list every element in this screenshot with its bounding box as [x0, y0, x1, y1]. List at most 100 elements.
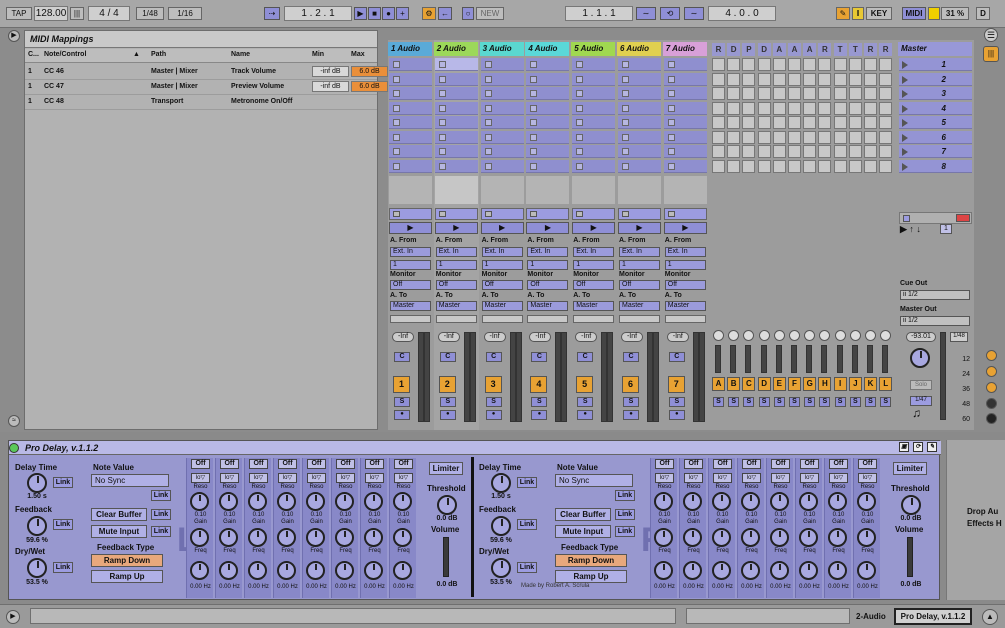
band-type-select[interactable]: lo▽	[684, 473, 703, 483]
master-volume[interactable]: -93.01	[906, 332, 936, 342]
return-slot[interactable]	[742, 101, 756, 115]
slot-stop-icon[interactable]	[530, 61, 538, 68]
solo-button[interactable]: S	[394, 397, 410, 407]
slot-stop-icon[interactable]	[438, 61, 446, 68]
return-slot[interactable]	[757, 116, 771, 129]
slot-stop-icon[interactable]	[576, 90, 584, 97]
io-icon[interactable]	[986, 350, 997, 361]
tempo-field[interactable]: 128.00	[34, 6, 68, 21]
automation-arm-icon[interactable]: ⚙	[422, 7, 436, 20]
input-channel-select[interactable]: 1	[664, 260, 706, 270]
return-slot[interactable]	[757, 130, 771, 144]
audio-from-select[interactable]: Ext. In	[664, 247, 706, 257]
return-slot[interactable]	[803, 130, 817, 144]
track-activator-button[interactable]: 1	[393, 376, 410, 393]
table-row[interactable]: 1 CC 48 Transport Metronome On/Off	[25, 95, 377, 110]
return-slot[interactable]	[742, 116, 756, 129]
scene-launch[interactable]: 4	[899, 101, 972, 115]
return-slot[interactable]	[848, 72, 862, 86]
max-field[interactable]: 6.0 dB	[351, 66, 388, 77]
return-slot[interactable]	[727, 87, 741, 100]
input-channel-select[interactable]: 1	[435, 260, 477, 270]
return-slot[interactable]	[757, 101, 771, 115]
dry-wet-knob[interactable]	[491, 558, 511, 578]
track-volume[interactable]: -Inf	[621, 332, 643, 342]
punch-in-icon[interactable]: ∼	[636, 7, 656, 20]
slot-stop-icon[interactable]	[530, 75, 538, 83]
midi-map-button[interactable]: MIDI	[902, 7, 926, 20]
pan-icon[interactable]	[743, 330, 755, 341]
slot-stop-icon[interactable]	[667, 90, 675, 97]
clip-slot[interactable]	[572, 101, 616, 115]
link-button[interactable]: Link	[151, 509, 171, 520]
track-title[interactable]: 6 Audio	[617, 42, 661, 56]
clip-slot[interactable]	[389, 101, 432, 115]
slot-stop-icon[interactable]	[393, 133, 400, 141]
track-volume[interactable]: -Inf	[575, 332, 598, 342]
reso-knob[interactable]	[248, 492, 267, 511]
arm-icon[interactable]: ●	[439, 410, 456, 420]
arm-icon[interactable]: ●	[485, 410, 502, 420]
band-off-button[interactable]: Off	[684, 459, 703, 469]
return-solo[interactable]: S	[849, 397, 861, 407]
pan-icon[interactable]	[789, 330, 800, 341]
returns-icon[interactable]	[986, 366, 997, 377]
slot-stop-icon[interactable]	[393, 90, 400, 97]
pan-icon[interactable]	[865, 330, 876, 341]
reso-knob[interactable]	[219, 492, 238, 511]
track-title[interactable]: 2 Audio	[433, 42, 478, 56]
return-slot[interactable]	[788, 116, 801, 129]
scene-play-icon[interactable]	[902, 162, 908, 171]
clip-slot[interactable]	[480, 145, 524, 158]
punch-out-icon[interactable]: ∼	[684, 7, 704, 20]
return-slot[interactable]	[742, 145, 756, 158]
clip-slot[interactable]	[480, 159, 524, 173]
return-slot[interactable]	[772, 159, 786, 173]
return-slot[interactable]	[833, 116, 847, 129]
solo-button[interactable]: S	[668, 397, 685, 407]
link-button[interactable]: Link	[517, 562, 537, 573]
freq-knob[interactable]	[799, 561, 818, 580]
clip-slot[interactable]	[572, 145, 616, 158]
gain-knob[interactable]	[683, 528, 702, 547]
link-button[interactable]: Link	[615, 490, 635, 501]
return-slot[interactable]	[788, 159, 801, 173]
limiter-button[interactable]: Limiter	[429, 462, 463, 475]
audio-to-select[interactable]: Master	[390, 301, 431, 311]
arm-icon[interactable]: ●	[394, 410, 410, 420]
empty-slot[interactable]	[480, 176, 524, 204]
link-button[interactable]: Link	[151, 526, 171, 537]
clip-slot[interactable]	[663, 130, 707, 144]
return-slot[interactable]	[803, 72, 817, 86]
headphone-icon[interactable]: ♫	[912, 406, 921, 420]
launch-icon[interactable]: ▶	[526, 222, 570, 234]
return-slot[interactable]	[833, 58, 847, 71]
return-slot[interactable]	[833, 72, 847, 86]
clip-slot[interactable]	[434, 145, 478, 158]
slot-stop-icon[interactable]	[438, 162, 446, 170]
mixer-icon[interactable]	[986, 382, 997, 393]
audio-from-select[interactable]: Ext. In	[619, 247, 660, 257]
return-slot[interactable]	[742, 72, 756, 86]
freq-knob[interactable]	[857, 561, 876, 580]
return-activator[interactable]: L	[879, 377, 893, 391]
pan-icon[interactable]	[880, 330, 892, 341]
slot-stop-icon[interactable]	[393, 162, 400, 170]
threshold-knob[interactable]	[901, 495, 921, 515]
track-title[interactable]: 5 Audio	[571, 42, 616, 56]
return-slot[interactable]	[727, 130, 741, 144]
clip-slot[interactable]	[618, 145, 661, 158]
return-activator[interactable]: J	[848, 377, 862, 391]
return-slot[interactable]	[727, 159, 741, 173]
return-slot[interactable]	[818, 72, 832, 86]
loop-length-field[interactable]: 4 . 0 . 0	[708, 6, 776, 21]
band-type-select[interactable]: lo▽	[307, 473, 326, 483]
audio-to-select[interactable]: Master	[481, 301, 523, 311]
scene-number[interactable]: 1	[940, 224, 952, 234]
return-slot[interactable]	[788, 145, 801, 158]
reso-knob[interactable]	[741, 492, 760, 511]
slot-stop-icon[interactable]	[484, 75, 492, 83]
detail-toggle-icon[interactable]: ▲	[982, 609, 998, 625]
link-button[interactable]: Link	[53, 519, 73, 530]
return-slot[interactable]	[833, 101, 847, 115]
